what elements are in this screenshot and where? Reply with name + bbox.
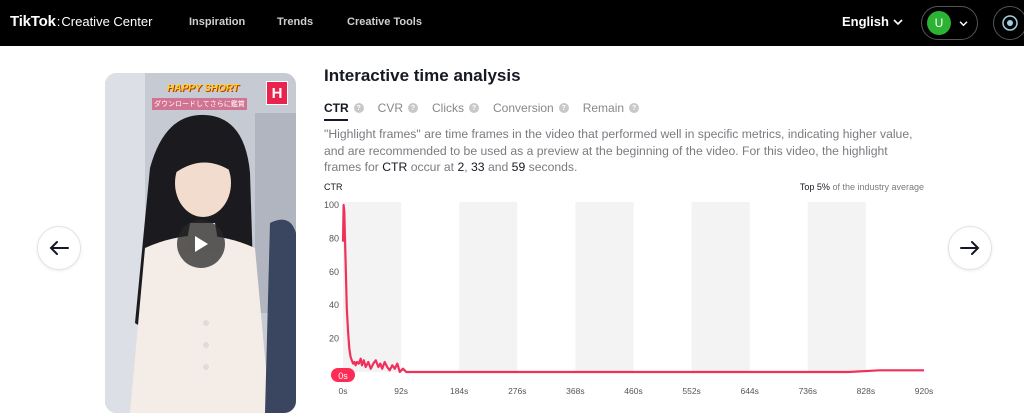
desc-metric: CTR — [382, 160, 408, 174]
logo-sub: Creative Center — [61, 14, 153, 29]
previous-arrow-button[interactable] — [37, 226, 81, 270]
y-tick-label: 100 — [324, 200, 339, 210]
brand-badge: H — [266, 81, 288, 105]
play-button[interactable] — [177, 220, 225, 268]
tab-clicks[interactable]: Clicks ? — [432, 98, 480, 118]
playhead-marker-label: 0s — [338, 371, 348, 381]
language-selector[interactable]: English — [842, 14, 903, 29]
tiktok-creative-center-logo[interactable]: TikTok : Creative Center — [10, 13, 152, 30]
help-icon[interactable]: ? — [353, 103, 364, 113]
y-tick-label: 60 — [329, 267, 339, 277]
video-thumbnail[interactable]: HAPPY SHORT ダウンロードしてさらに鑑賞 H — [105, 73, 296, 413]
top-note-text: of the industry average — [829, 182, 924, 192]
desc-second-2: 33 — [471, 160, 485, 174]
ctr-series-line — [341, 203, 924, 374]
x-tick-label: 552s — [682, 386, 700, 396]
tab-conversion[interactable]: Conversion ? — [493, 98, 569, 118]
tab-cvr[interactable]: CVR ? — [377, 98, 419, 118]
desc-comma: , — [464, 160, 471, 174]
x-tick-label: 368s — [566, 386, 584, 396]
playhead-marker — [331, 368, 355, 382]
x-tick-label: 460s — [624, 386, 642, 396]
tab-label: Conversion — [493, 101, 554, 115]
chart-y-axis-title: CTR — [324, 182, 343, 192]
x-tick-label: 92s — [394, 386, 408, 396]
top-percent: Top 5% — [799, 182, 830, 192]
nav-creative-tools[interactable]: Creative Tools — [347, 16, 422, 28]
highlight-frames-description: "Highlight frames" are time frames in th… — [324, 126, 924, 176]
tab-label: CTR — [324, 101, 349, 115]
y-tick-label: 0 — [334, 367, 339, 377]
tab-remain[interactable]: Remain ? — [582, 98, 640, 118]
chart-band — [691, 202, 750, 372]
camera-icon — [1002, 15, 1018, 31]
help-icon[interactable]: ? — [629, 103, 640, 113]
help-icon[interactable]: ? — [558, 103, 569, 113]
x-tick-label: 644s — [740, 386, 758, 396]
chart-band — [807, 202, 866, 372]
help-icon[interactable]: ? — [469, 103, 480, 113]
play-icon — [195, 236, 208, 252]
tab-label: CVR — [377, 101, 404, 115]
x-tick-label: 736s — [799, 386, 817, 396]
tab-ctr[interactable]: CTR ? — [324, 98, 364, 121]
x-tick-label: 276s — [508, 386, 526, 396]
video-banner: HAPPY SHORT ダウンロードしてさらに鑑賞 — [147, 81, 267, 111]
chevron-down-icon — [893, 18, 903, 25]
y-tick-label: 80 — [329, 233, 339, 243]
chart-band — [575, 202, 634, 372]
avatar: U — [927, 11, 951, 35]
y-tick-label: 20 — [329, 334, 339, 344]
desc-text-3: seconds. — [525, 160, 578, 174]
arrow-left-icon — [49, 241, 69, 255]
x-tick-label: 0s — [339, 386, 348, 396]
language-label: English — [842, 14, 889, 29]
next-arrow-button[interactable] — [948, 226, 992, 270]
tab-label: Remain — [582, 101, 625, 115]
nav-trends[interactable]: Trends — [277, 16, 313, 28]
logo-main: TikTok — [10, 13, 56, 30]
x-tick-label: 828s — [857, 386, 875, 396]
top-nav-bar: TikTok : Creative Center Inspiration Tre… — [0, 0, 1024, 46]
desc-second-3: 59 — [511, 160, 526, 174]
banner-subtitle: ダウンロードしてさらに鑑賞 — [152, 98, 247, 110]
x-tick-label: 920s — [915, 386, 933, 396]
chart-band — [459, 202, 518, 372]
nav-inspiration[interactable]: Inspiration — [189, 16, 245, 28]
tab-label: Clicks — [432, 101, 465, 115]
x-tick-label: 184s — [450, 386, 468, 396]
logo-separator: : — [56, 14, 61, 29]
y-tick-label: 40 — [329, 300, 339, 310]
help-icon[interactable]: ? — [408, 103, 419, 113]
desc-text-2: occur at — [407, 160, 458, 174]
chart-band — [343, 202, 402, 372]
metric-tabs: CTR ? CVR ? Clicks ? Conversion ? Remain… — [324, 98, 653, 121]
corner-app-button[interactable] — [993, 6, 1024, 40]
section-title: Interactive time analysis — [324, 66, 521, 85]
banner-title: HAPPY SHORT — [167, 83, 239, 94]
chevron-down-icon — [959, 20, 968, 26]
desc-and: and — [484, 160, 512, 174]
industry-average-note: Top 5% of the industry average — [800, 182, 924, 192]
arrow-right-icon — [960, 241, 980, 255]
user-menu-button[interactable]: U — [921, 6, 978, 40]
